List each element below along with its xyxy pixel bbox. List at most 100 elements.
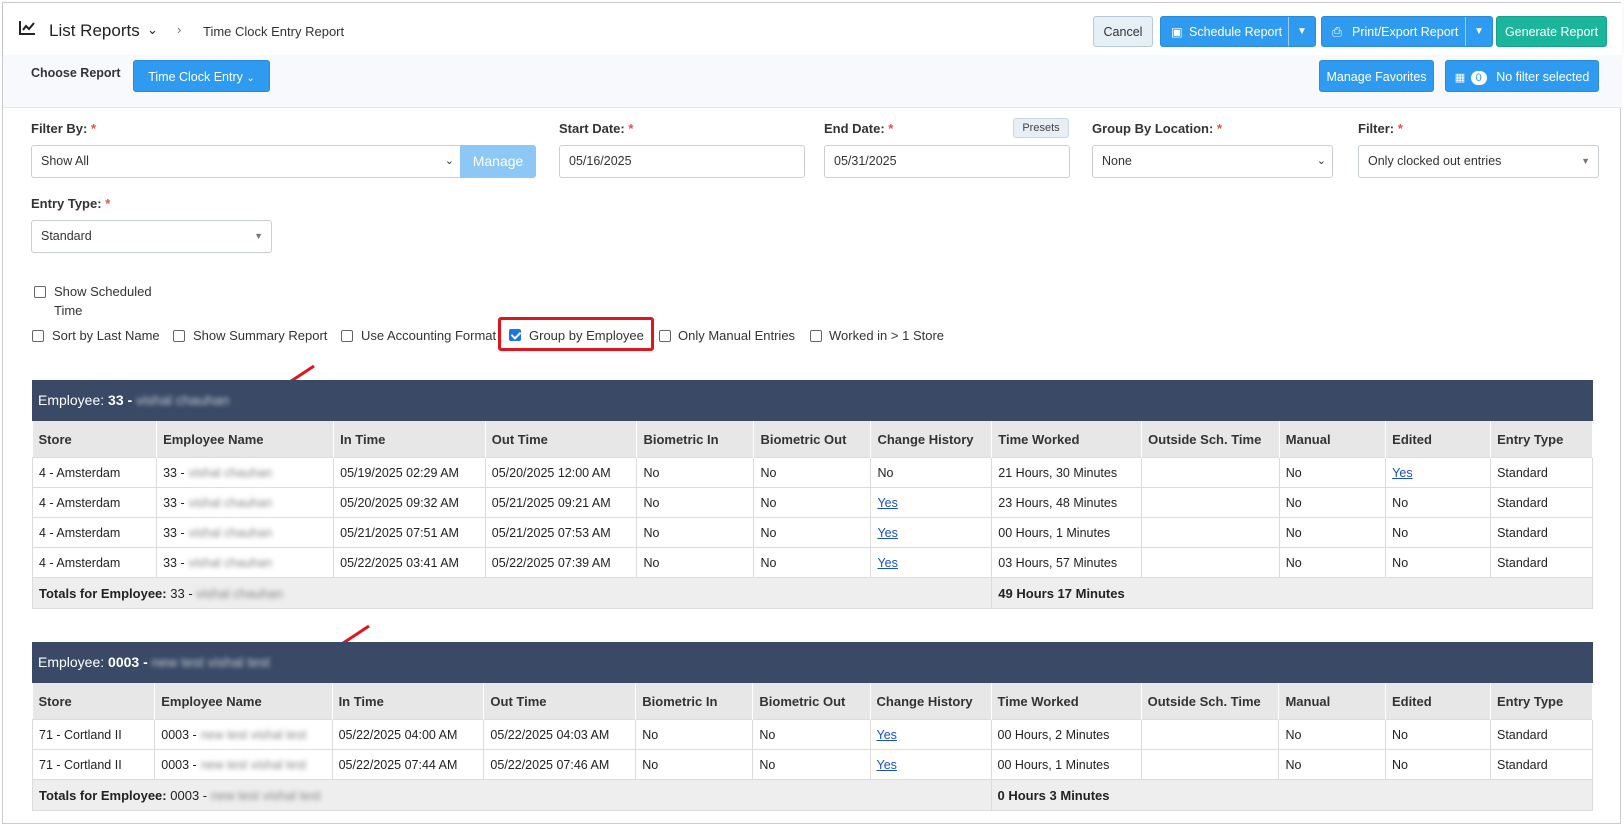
store-cell: 71 - Cortland II <box>31 749 156 780</box>
column-header: In Time <box>332 683 485 720</box>
worked-in-multiple-stores-label: Worked in > 1 Store <box>829 328 945 343</box>
chevron-down-icon[interactable]: ▼ <box>1288 17 1315 46</box>
filter-selector-button[interactable]: ▦ 0 No filter selected <box>1445 60 1599 92</box>
edited-link[interactable]: Yes <box>1392 466 1412 480</box>
change-history-link[interactable]: Yes <box>877 556 897 570</box>
schedule-report-button[interactable]: ▣ Schedule Report ▼ <box>1160 16 1316 47</box>
bio_out-cell: No <box>752 749 871 780</box>
employee-group-label: Employee: <box>38 392 105 408</box>
show-scheduled-time-checkbox[interactable] <box>34 286 46 298</box>
change-cell: Yes <box>870 487 993 518</box>
entry-cell: Standard <box>1490 517 1593 548</box>
employee-id: 0003 - <box>161 757 197 772</box>
table-header-row: Store Employee Name In Time Out Time Biometr… <box>32 683 1593 720</box>
entry-type-select[interactable]: Standard ▼ <box>31 220 272 253</box>
highlight-annotation <box>498 317 654 351</box>
change-cell: Yes <box>870 547 993 578</box>
filter-status-text: No filter selected <box>1496 70 1590 84</box>
employee-name-cell: 33 - vishal chauhan <box>156 547 335 578</box>
change-history-link[interactable]: Yes <box>877 526 897 540</box>
employee-entries-table: Store Employee Name In Time Out Time Biometr… <box>31 421 1593 609</box>
chevron-right-icon: › <box>177 22 182 37</box>
cancel-button[interactable]: Cancel <box>1093 16 1153 47</box>
presets-button[interactable]: Presets <box>1013 118 1069 138</box>
employee-id: 0003 - <box>108 654 148 670</box>
employee-name-cell: 33 - vishal chauhan <box>156 517 335 548</box>
column-header: Time Worked <box>991 683 1142 720</box>
filter-by-select[interactable]: Show All ⌄ <box>31 145 461 178</box>
column-header: In Time <box>333 421 486 458</box>
calendar-icon: ▣ <box>1171 25 1183 39</box>
outside-cell <box>1141 487 1280 518</box>
totals-label-cell: Totals for Employee: 33 - vishal chauhan <box>31 577 993 609</box>
entry-type-label-text: Entry Type: <box>31 196 102 211</box>
report-type-value: Time Clock Entry <box>148 70 243 84</box>
sort-by-last-name-checkbox[interactable] <box>32 330 44 342</box>
change-history-link[interactable]: Yes <box>877 496 897 510</box>
end-date-input[interactable]: 05/31/2025 <box>824 145 1070 178</box>
employee-name-cell: 0003 - new test vishal test <box>154 719 333 750</box>
manual-cell: No <box>1278 547 1387 578</box>
column-header: Store <box>32 683 156 720</box>
entry-cell: Standard <box>1490 749 1593 780</box>
in-cell: 05/22/2025 07:44 AM <box>331 749 485 780</box>
employee-name-redacted: vishal chauhan <box>196 585 284 601</box>
column-header: Manual <box>1278 683 1386 720</box>
employee-id: 0003 - <box>170 787 208 803</box>
employee-name-redacted: new test vishal test <box>210 787 321 803</box>
worked-cell: 23 Hours, 48 Minutes <box>991 487 1143 518</box>
column-header: Employee Name <box>156 421 335 458</box>
sort-by-last-name-label: Sort by Last Name <box>52 328 160 343</box>
chevron-down-icon[interactable]: ▼ <box>1465 17 1492 46</box>
show-scheduled-time-label-line2: Time <box>54 303 83 318</box>
group-by-location-value: None <box>1102 154 1132 168</box>
column-header: Biometric Out <box>752 683 871 720</box>
column-header: Biometric In <box>635 683 754 720</box>
printer-icon: ⎙ <box>1332 25 1343 39</box>
manage-favorites-label: Manage Favorites <box>1326 70 1427 84</box>
required-mark: * <box>90 121 97 136</box>
change-cell: Yes <box>869 749 992 780</box>
column-header: Store <box>32 421 158 458</box>
edited-cell: No <box>1385 487 1492 518</box>
table-header-row: Store Employee Name In Time Out Time Biometr… <box>32 421 1593 458</box>
filter-label: Filter: * <box>1358 121 1403 136</box>
show-summary-report-checkbox[interactable] <box>173 330 185 342</box>
use-accounting-format-checkbox[interactable] <box>341 330 353 342</box>
edited-cell: No <box>1384 749 1492 780</box>
print-export-label: Print/Export Report <box>1352 25 1459 39</box>
column-header: Edited <box>1385 421 1492 458</box>
store-cell: 4 - Amsterdam <box>31 457 158 488</box>
only-manual-entries-checkbox[interactable] <box>659 330 671 342</box>
line-chart-icon <box>19 21 35 35</box>
change-cell: Yes <box>870 517 993 548</box>
worked-cell: 00 Hours, 2 Minutes <box>990 719 1142 750</box>
start-date-label: Start Date: * <box>559 121 633 136</box>
in-cell: 05/22/2025 03:41 AM <box>333 547 486 578</box>
manage-favorites-button[interactable]: Manage Favorites <box>1319 60 1434 92</box>
required-mark: * <box>1397 121 1403 136</box>
report-type-dropdown[interactable]: Time Clock Entry ⌄ <box>133 60 270 92</box>
group-by-location-select[interactable]: None ⌄ <box>1092 145 1333 178</box>
print-export-button[interactable]: ⎙ Print/Export Report ▼ <box>1321 16 1493 47</box>
manage-button[interactable]: Manage <box>460 145 536 178</box>
bio_in-cell: No <box>636 457 755 488</box>
chevron-down-icon[interactable]: ⌄ <box>147 22 158 38</box>
edited-cell: No <box>1385 517 1492 548</box>
column-header: Biometric Out <box>753 421 872 458</box>
generate-report-button[interactable]: Generate Report <box>1496 16 1607 47</box>
show-scheduled-time-label: Show Scheduled <box>54 284 152 299</box>
column-header: Time Worked <box>991 421 1143 458</box>
entry-cell: Standard <box>1490 547 1593 578</box>
manual-cell: No <box>1278 749 1386 780</box>
column-header: Outside Sch. Time <box>1141 421 1280 458</box>
start-date-label-text: Start Date: <box>559 121 625 136</box>
start-date-input[interactable]: 05/16/2025 <box>559 145 805 178</box>
change-history-link[interactable]: Yes <box>877 758 897 772</box>
change-history-link[interactable]: Yes <box>877 728 897 742</box>
caret-down-icon: ▼ <box>1581 156 1590 166</box>
worked-in-multiple-stores-checkbox[interactable] <box>810 330 822 342</box>
filter-select[interactable]: Only clocked out entries ▼ <box>1358 145 1599 178</box>
manual-cell: No <box>1278 719 1386 750</box>
page-title[interactable]: List Reports <box>49 21 140 41</box>
